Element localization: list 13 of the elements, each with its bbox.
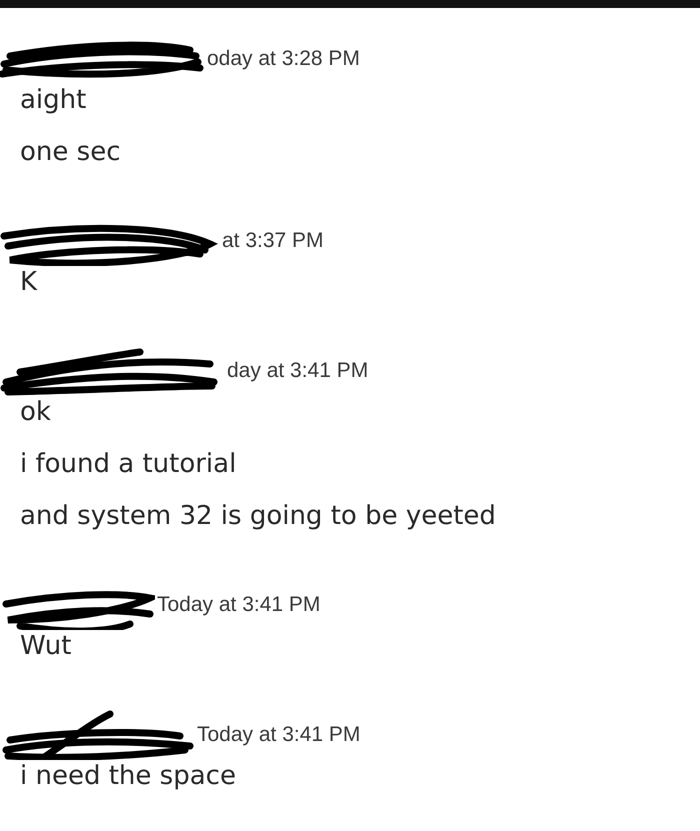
message-timestamp: Today at 3:41 PM [157, 593, 320, 617]
message-text: Wut [19, 630, 72, 663]
message-text: ok [19, 396, 52, 429]
message-timestamp: Today at 3:41 PM [197, 723, 360, 747]
message-text: i need the space [19, 760, 237, 793]
message-text: i found a tutorial [19, 448, 238, 481]
message-timestamp: oday at 3:28 PM [207, 47, 360, 71]
message-timestamp: day at 3:41 PM [227, 359, 368, 383]
message-timestamp: at 3:37 PM [222, 229, 324, 253]
message-text: aight [19, 84, 88, 117]
message-text: and system 32 is going to be yeeted [19, 500, 497, 533]
message-text: K [19, 266, 38, 299]
message-text: one sec [19, 136, 122, 169]
